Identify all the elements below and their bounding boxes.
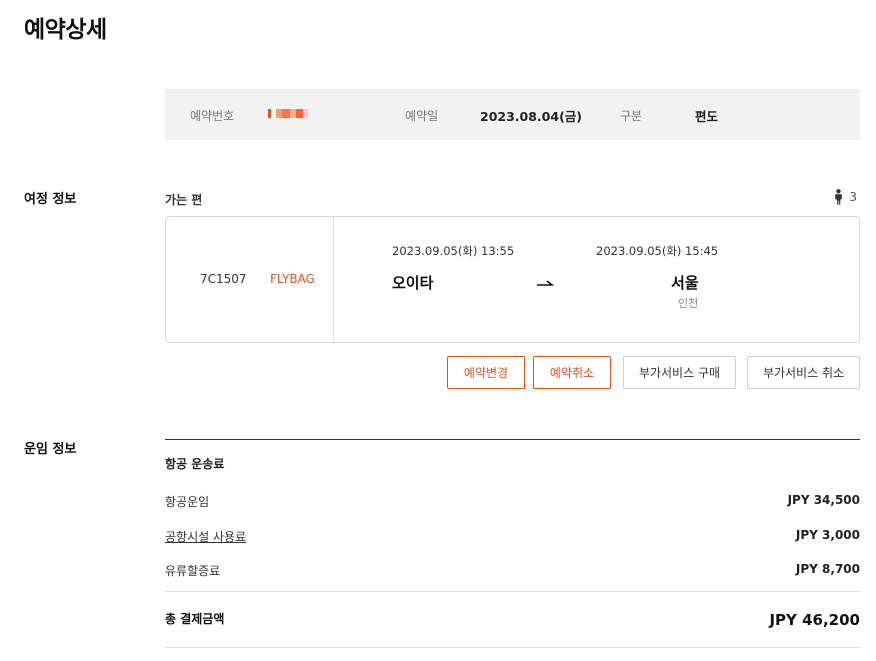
reservation-type-label: 구분 — [620, 109, 643, 123]
buy-addon-button[interactable]: 부가서비스 구매 — [623, 356, 736, 389]
fare-row-value: JPY 8,700 — [795, 562, 860, 576]
itinerary-section-label: 여정 정보 — [24, 192, 77, 207]
reservation-info-bar: 예약번호 예약일 2023.08.04(금) 구분 편도 — [165, 89, 860, 140]
fare-divider — [165, 591, 860, 592]
total-value: JPY 46,200 — [769, 611, 860, 629]
fare-type: FLYBAG — [270, 272, 315, 286]
cancel-reservation-button[interactable]: 예약취소 — [533, 356, 611, 389]
reservation-number-redacted — [268, 109, 313, 118]
fare-bottom-divider — [165, 647, 860, 648]
arrival-city: 서울 — [671, 274, 699, 292]
passenger-count-value: 3 — [849, 190, 857, 204]
reservation-date-value: 2023.08.04(금) — [480, 109, 583, 124]
reservation-type-value: 편도 — [695, 109, 719, 124]
reservation-date-label: 예약일 — [405, 109, 439, 123]
cancel-addon-button[interactable]: 부가서비스 취소 — [747, 356, 860, 389]
fare-row-value: JPY 3,000 — [795, 528, 860, 542]
departure-city: 오이타 — [392, 274, 434, 292]
fare-row-value: JPY 34,500 — [787, 493, 860, 507]
departure-datetime: 2023.09.05(화) 13:55 — [392, 244, 515, 258]
total-label: 총 결제금액 — [165, 612, 225, 626]
card-divider — [333, 217, 334, 342]
leg-title: 가는 편 — [165, 193, 203, 207]
passenger-count: 3 — [834, 189, 857, 205]
fare-top-divider — [165, 439, 860, 440]
arrival-datetime: 2023.09.05(화) 15:45 — [596, 244, 719, 258]
arrow-right-icon — [536, 274, 555, 293]
fare-section-label: 운임 정보 — [24, 442, 77, 457]
fare-group-title: 항공 운송료 — [165, 457, 225, 471]
change-reservation-button[interactable]: 예약변경 — [447, 356, 525, 389]
fare-row-label: 항공운임 — [165, 495, 210, 509]
flight-number: 7C1507 — [200, 272, 247, 286]
page-title: 예약상세 — [24, 17, 107, 43]
fare-row-label: 유류할증료 — [165, 564, 221, 578]
airport-fee-link[interactable]: 공항시설 사용료 — [165, 528, 246, 545]
reservation-number-label: 예약번호 — [190, 109, 235, 123]
flight-card: 7C1507 FLYBAG 2023.09.05(화) 13:55 2023.0… — [165, 216, 860, 343]
arrival-airport: 인천 — [678, 297, 699, 310]
person-icon — [834, 189, 843, 205]
